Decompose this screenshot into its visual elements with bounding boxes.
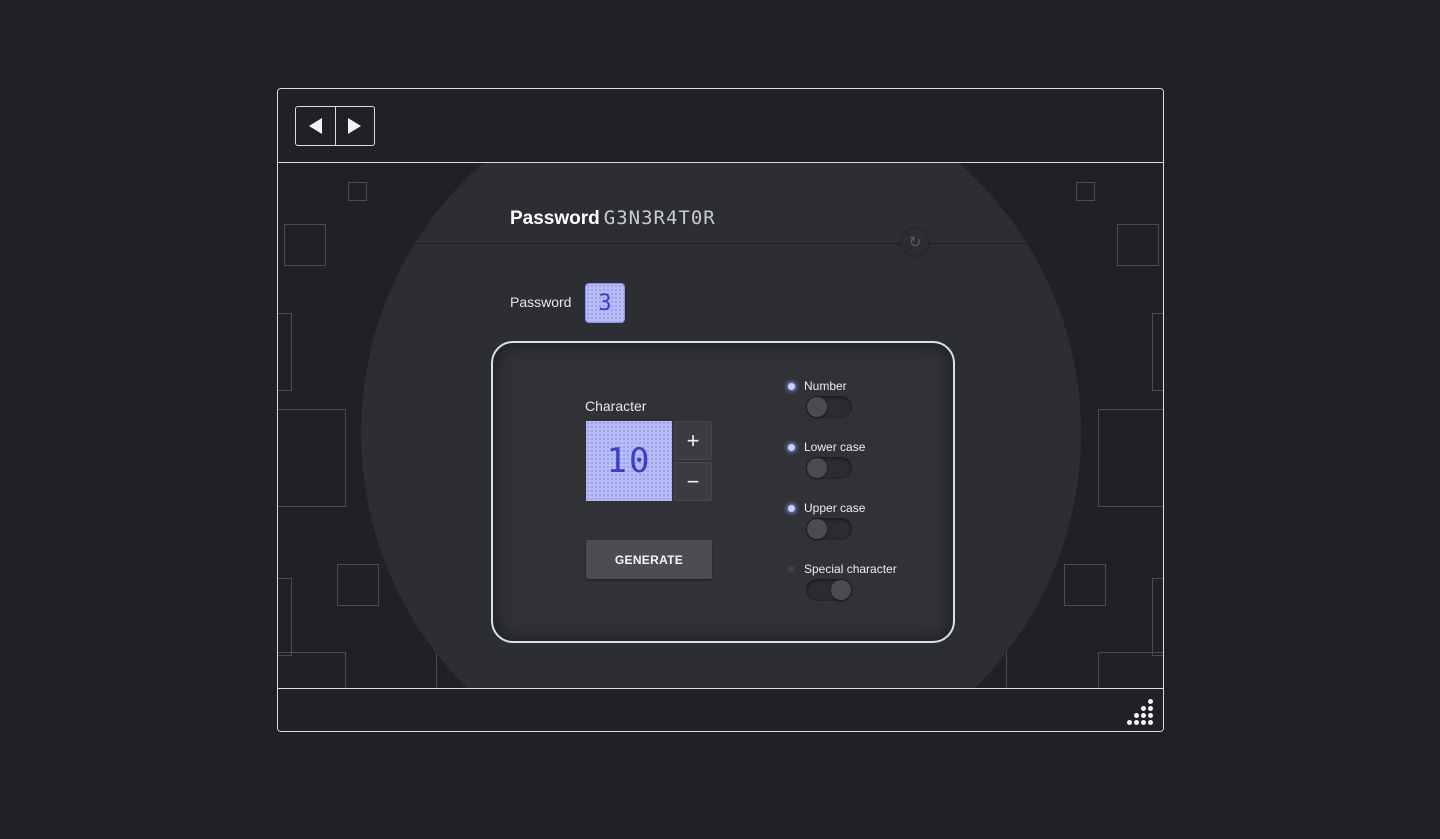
option-label: Special character (804, 562, 897, 576)
decor-square (1098, 652, 1163, 688)
special-character-toggle[interactable] (806, 579, 852, 601)
number-toggle[interactable] (806, 396, 852, 418)
generate-button[interactable]: GENERATE (586, 540, 712, 579)
triangle-right-icon (348, 118, 362, 134)
triangle-left-icon (308, 118, 322, 134)
option-number: Number (788, 379, 938, 429)
decor-square (278, 313, 292, 391)
title-mono: G3N3R4T0R (603, 207, 716, 229)
option-label: Number (804, 379, 847, 393)
option-indicator (788, 383, 795, 390)
option-label: Lower case (804, 440, 866, 454)
password-label: Password (510, 294, 572, 310)
lower-case-toggle[interactable] (806, 457, 852, 479)
resize-grip-icon[interactable] (1127, 699, 1155, 725)
page-title: Password G3N3R4T0R (510, 207, 716, 230)
decor-square (348, 182, 367, 201)
option-upper-case: Upper case (788, 501, 938, 551)
refresh-icon: ↻ (908, 234, 922, 251)
option-indicator (788, 566, 795, 573)
decor-square (1064, 564, 1106, 606)
generator-stage: ↻ Password G3N3R4T0R Password 3 Character… (278, 163, 1163, 688)
toggle-knob (831, 580, 851, 600)
decor-square (337, 564, 379, 606)
option-lower-case: Lower case (788, 440, 938, 490)
forward-button[interactable] (334, 107, 375, 145)
option-indicator (788, 444, 795, 451)
decrement-button[interactable]: − (674, 462, 712, 501)
toggle-knob (807, 519, 827, 539)
nav-button-group (295, 106, 375, 146)
decor-square (1152, 578, 1163, 656)
option-special-character: Special character (788, 562, 938, 612)
password-output: 3 (586, 284, 624, 322)
decor-square (1117, 224, 1159, 266)
decor-square (284, 224, 326, 266)
character-label: Character (585, 398, 647, 414)
header-divider (400, 243, 1040, 244)
top-toolbar (278, 89, 1163, 163)
decor-square (278, 652, 346, 688)
decor-square (278, 578, 292, 656)
title-bold: Password (510, 208, 600, 229)
character-stepper: + − (674, 421, 712, 501)
upper-case-toggle[interactable] (806, 518, 852, 540)
app-window: ↻ Password G3N3R4T0R Password 3 Character… (277, 88, 1164, 732)
bottom-bar (278, 688, 1163, 731)
settings-panel: Character 10 + − GENERATE Number Lower c… (491, 341, 955, 643)
option-label: Upper case (804, 501, 866, 515)
toggle-knob (807, 397, 827, 417)
decor-square (1098, 409, 1163, 507)
back-button[interactable] (296, 107, 335, 145)
decor-square (278, 409, 346, 507)
option-indicator (788, 505, 795, 512)
toggle-knob (807, 458, 827, 478)
decor-square (1152, 313, 1163, 391)
decor-square (1076, 182, 1095, 201)
increment-button[interactable]: + (674, 421, 712, 460)
character-count-display: 10 (586, 421, 672, 501)
refresh-button[interactable]: ↻ (900, 227, 930, 257)
